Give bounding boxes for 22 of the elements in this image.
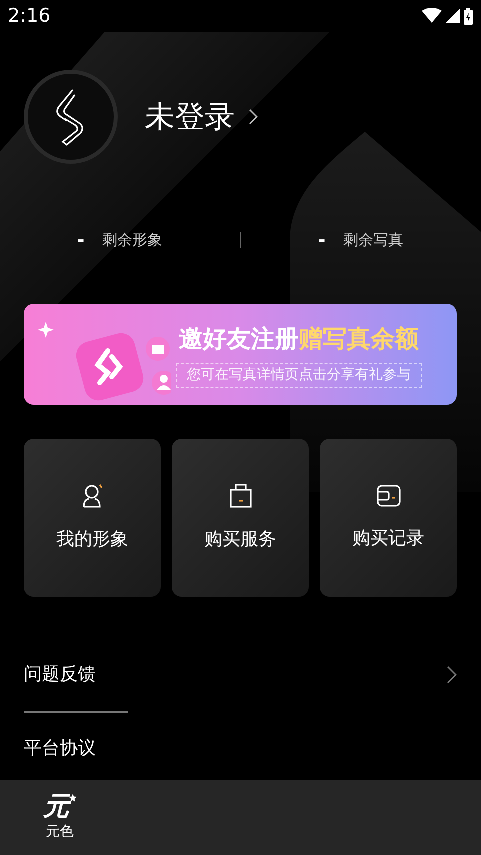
- stat-label: 剩余形象: [102, 230, 163, 251]
- battery-icon: [464, 8, 473, 24]
- chevron-right-icon: [249, 109, 258, 125]
- banner-highlight: 赠写真余额: [299, 324, 419, 355]
- shopping-bag-icon: [230, 484, 252, 508]
- feature-card[interactable]: 购买服务: [172, 439, 309, 597]
- person-icon: [82, 484, 104, 508]
- login-link[interactable]: 未登录: [145, 94, 258, 140]
- feature-card[interactable]: 购买记录: [320, 439, 457, 597]
- signal-icon: [446, 9, 460, 23]
- stat-value: -: [318, 228, 326, 252]
- status-time: 2:16: [8, 4, 51, 29]
- feature-card[interactable]: 我的形象: [24, 439, 161, 597]
- logo-mark: 元: [44, 792, 70, 822]
- stat-value: -: [77, 228, 85, 252]
- stat-label: 剩余写真: [344, 230, 404, 251]
- banner-title: 邀好友注册: [179, 324, 299, 355]
- menu-item[interactable]: 平台协议: [0, 730, 481, 767]
- menu-item[interactable]: 问题反馈: [0, 656, 481, 693]
- wallet-icon: [376, 484, 400, 506]
- banner-subtitle: 您可在写真详情页点击分享有礼参与: [176, 363, 422, 388]
- wifi-icon: [422, 8, 442, 24]
